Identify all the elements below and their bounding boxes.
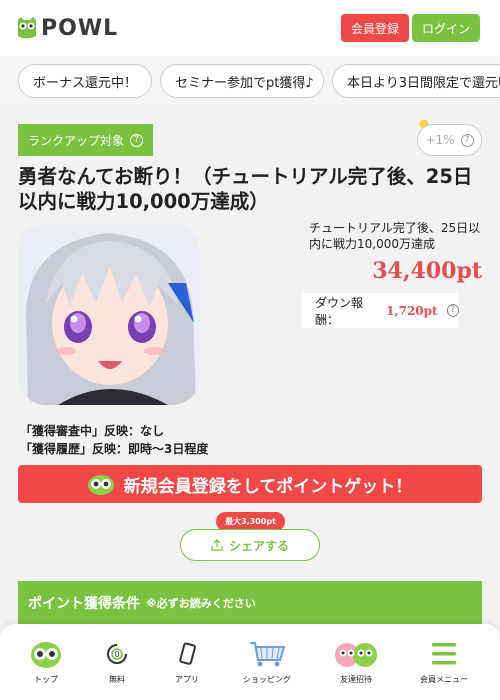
menu-icon <box>432 643 456 665</box>
nav-invite[interactable]: 友達招待 <box>316 638 396 685</box>
header: POWL 会員登録 ログイン <box>0 0 500 56</box>
logo[interactable]: POWL <box>16 14 118 42</box>
rate-pill[interactable]: +1% ? <box>417 124 482 156</box>
offer-title: 勇者なんてお断り！（チュートリアル完了後、25日以内に戦力10,000万達成） <box>18 165 473 213</box>
nav-member-menu[interactable]: 会員メニュー <box>404 638 484 685</box>
app-thumbnail <box>18 223 200 405</box>
smartphone-icon <box>179 642 196 665</box>
nav-shopping[interactable]: ショッピング <box>227 638 307 685</box>
character-image <box>18 223 200 405</box>
rate-value: +1% <box>425 133 455 147</box>
reflection-notes: 「獲得審査中」反映：なし 「獲得履歴」反映：即時～3日程度 <box>20 422 208 458</box>
chip-seminar[interactable]: セミナー参加でpt獲得♪ <box>160 64 324 98</box>
rank-up-badge: ランクアップ対象 ? <box>18 124 154 156</box>
chip-limited[interactable]: 本日より3日間限定で還元U <box>332 64 500 98</box>
logo-text: POWL <box>41 15 119 41</box>
cta-label: 新規会員登録をしてポイントゲット！ <box>123 476 413 497</box>
campaign-chips: ボーナス還元中！ セミナー参加でpt獲得♪ 本日より3日間限定で還元U <box>0 56 500 106</box>
help-icon[interactable]: ? <box>130 133 144 147</box>
share-button[interactable]: シェアする <box>180 529 320 561</box>
cart-icon <box>250 642 286 667</box>
conditions-title: ポイント獲得条件 <box>28 596 140 612</box>
nav-app[interactable]: アプリ <box>147 638 227 685</box>
share-label: シェアする <box>228 538 289 553</box>
nav-top[interactable]: トップ <box>6 638 86 685</box>
owl-icon <box>31 642 61 668</box>
chip-bonus[interactable]: ボーナス還元中！ <box>18 64 152 98</box>
nav-free[interactable]: 0 無料 <box>77 638 157 685</box>
bottom-nav: トップ 0 無料 アプリ ショッピング 友達招待 会員メニュー <box>0 624 500 700</box>
register-cta-button[interactable]: 新規会員登録をしてポイントゲット！ <box>18 465 482 503</box>
nav-label: 会員メニュー <box>420 675 468 684</box>
offer-detail: ランクアップ対象 ? +1% ? 勇者なんてお断り！（チュートリアル完了後、25… <box>0 106 500 700</box>
note-history: 「獲得履歴」反映：即時～3日程度 <box>20 442 209 456</box>
share-icon <box>211 539 223 551</box>
down-reward-value: 1,720pt <box>386 303 438 318</box>
nav-label: アプリ <box>175 675 199 684</box>
owl-logo-icon <box>18 17 36 39</box>
friends-icon <box>335 643 377 667</box>
note-pending: 「獲得審査中」反映：なし <box>20 424 165 438</box>
nav-label: 友達招待 <box>340 675 372 684</box>
down-reward: ダウン報酬： 1,720pt ? <box>301 293 459 328</box>
rank-up-label: ランクアップ対象 <box>28 133 125 148</box>
help-icon[interactable]: ? <box>446 304 459 317</box>
offer-description: チュートリアル完了後、25日以内に戦力10,000万達成 <box>309 221 481 251</box>
nav-label: トップ <box>34 675 58 684</box>
help-icon: ? <box>460 133 474 147</box>
conditions-subtitle: ※必ずお読みください <box>146 597 256 610</box>
nav-label: 無料 <box>109 675 125 684</box>
conditions-header: ポイント獲得条件 ※必ずお読みください <box>18 581 482 625</box>
reward-points: 34,400pt <box>372 258 482 284</box>
nav-label: ショッピング <box>243 675 291 684</box>
svg-text:0: 0 <box>114 650 119 659</box>
owl-icon <box>87 475 114 495</box>
zero-yen-icon: 0 <box>107 644 127 664</box>
down-reward-label: ダウン報酬： <box>315 295 364 327</box>
login-button[interactable]: ログイン <box>412 14 480 42</box>
register-button[interactable]: 会員登録 <box>341 14 409 42</box>
